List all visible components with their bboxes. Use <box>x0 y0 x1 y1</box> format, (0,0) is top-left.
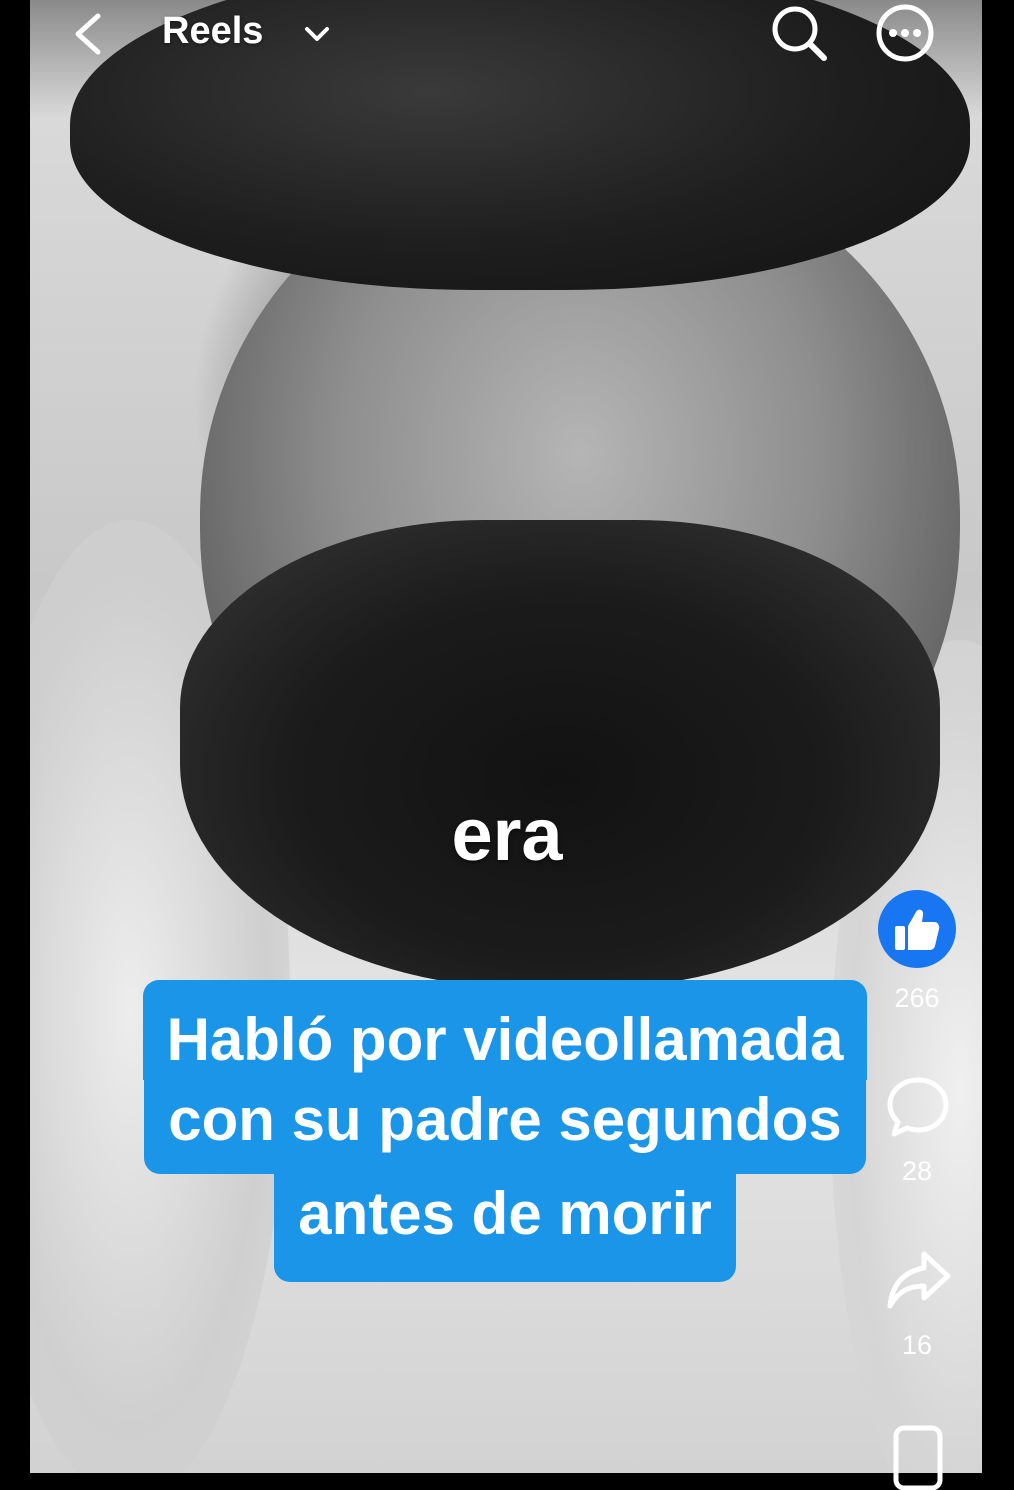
thumbs-up-icon <box>895 909 940 950</box>
like-button[interactable] <box>878 890 956 968</box>
remix-icon[interactable] <box>890 1420 946 1490</box>
more-icon[interactable] <box>874 2 936 64</box>
headline-line: Habló por videollamada <box>142 980 868 1080</box>
headline-line: con su padre segundos <box>144 1080 866 1174</box>
top-bar: Reels <box>0 0 1014 70</box>
chevron-down-icon[interactable] <box>302 20 332 48</box>
subtitle-caption: era <box>451 793 563 876</box>
comment-icon[interactable] <box>884 1074 952 1142</box>
page-title[interactable]: Reels <box>162 10 263 53</box>
share-count: 16 <box>901 1330 933 1360</box>
comment-count: 28 <box>901 1156 933 1186</box>
share-icon[interactable] <box>884 1246 954 1316</box>
search-icon[interactable] <box>768 2 830 64</box>
headline-line: antes de morir <box>274 1174 736 1282</box>
headline-overlay: Habló por videollamada con su padre segu… <box>90 980 920 1282</box>
like-count: 266 <box>894 983 940 1013</box>
video-beard <box>180 520 940 990</box>
back-icon[interactable] <box>68 10 108 58</box>
